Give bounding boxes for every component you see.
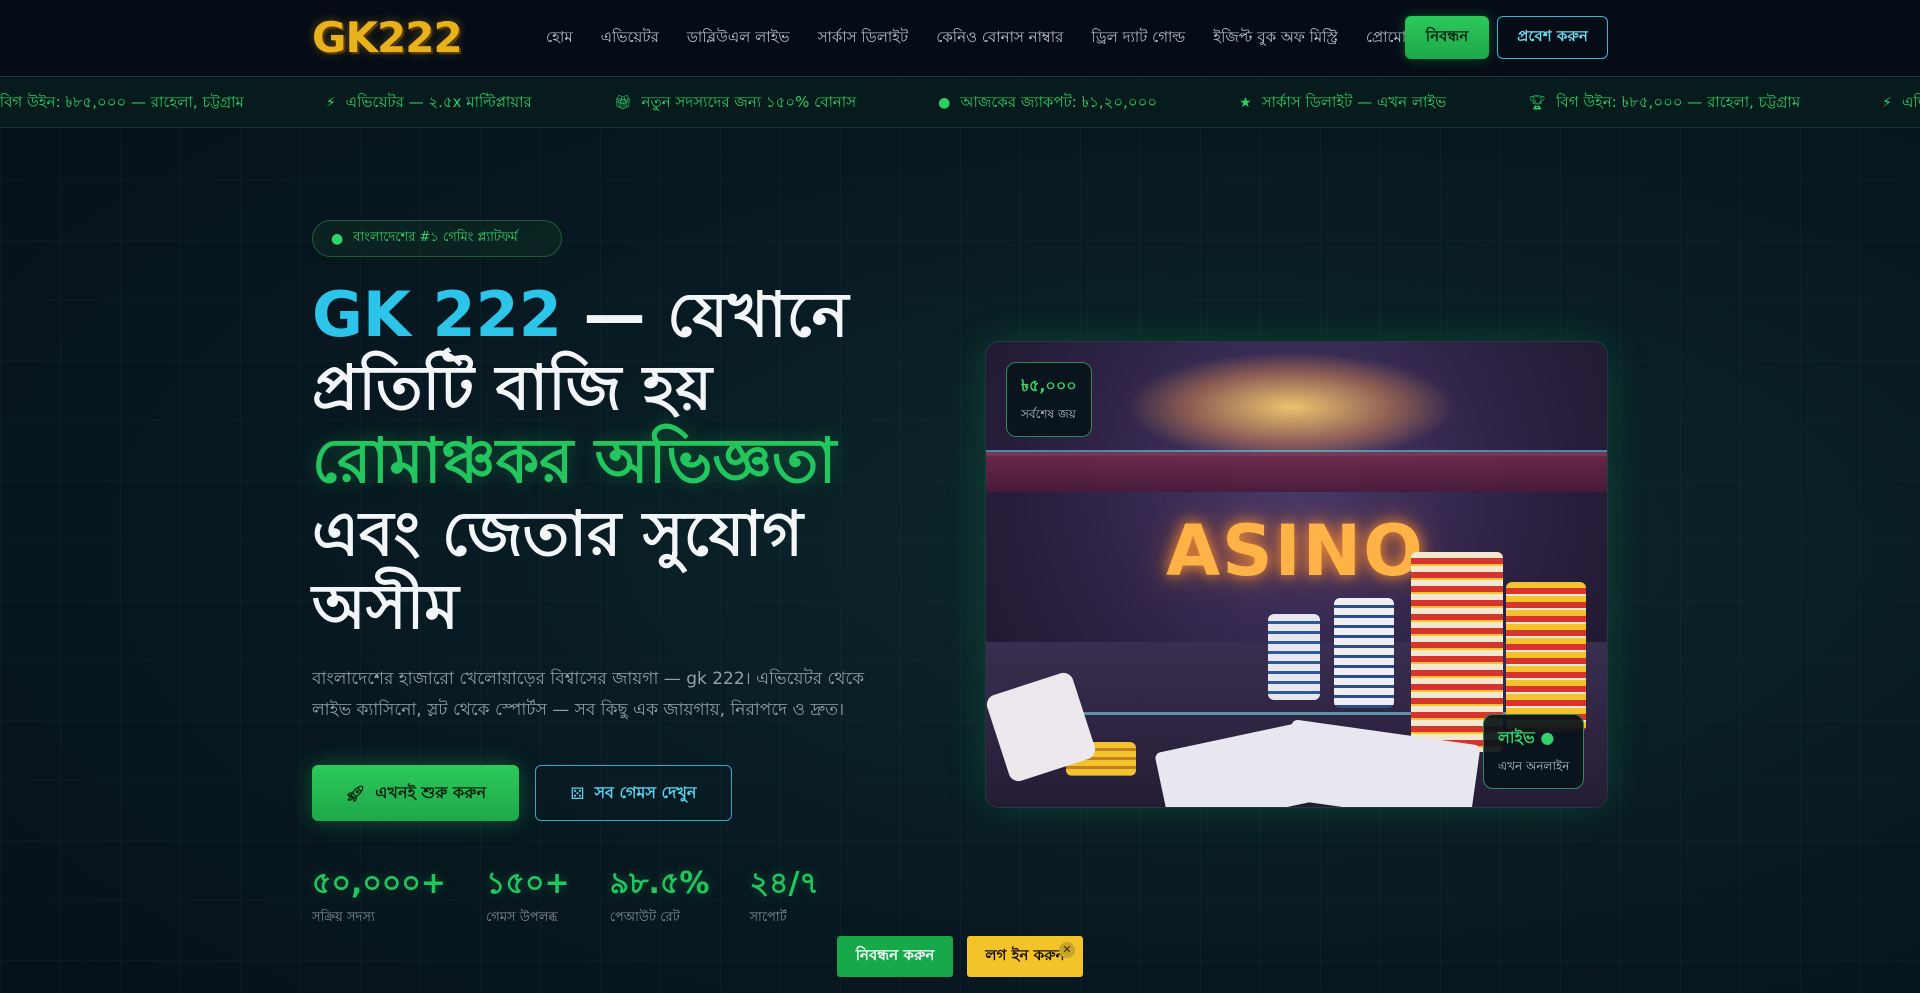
ticker-text: বিগ উইন: ৳৮৫,০০০ — রাহেলা, চট্টগ্রাম (0, 92, 244, 111)
stat-value: ৫০,০০০+ (312, 866, 447, 901)
hero-headline: GK 222 — যেখানে প্রতিটি বাজি হয় রোমাঞ্চ… (312, 278, 932, 643)
chip-stack (1268, 614, 1320, 700)
stat-games: ১৫০+ গেমস উপলব্ধ (486, 866, 570, 929)
ticker-item: ⚡︎ এভিয়েটর — ২.৫x মাল্টিপ্লায়ার (326, 91, 532, 116)
live-title: লাইভ ● (1498, 728, 1555, 747)
floating-register-button[interactable]: নিবন্ধন করুন (837, 936, 953, 977)
ticker-item: ● আজকের জ্যাকপট: ৳১,২০,০০০ (938, 91, 1157, 116)
latest-win-label: সর্বশেষ জয় (1021, 407, 1076, 421)
gift-icon: 🎁︎ (613, 95, 632, 111)
ticker-item: 🎁︎ নতুন সদস্যদের জন্য ১৫০% বোনাস (614, 91, 856, 116)
nav-item-keno-bonus-number[interactable]: কেনিও বোনাস নাম্বার (936, 26, 1063, 51)
bolt-icon: ⚡︎ (325, 95, 336, 111)
ticker-item: 🏆︎বিগ উইন: ৳৮৫,০০০ — রাহেলা, চট্টগ্রাম (0, 91, 244, 116)
register-button[interactable]: নিবন্ধন (1405, 16, 1489, 59)
headline-highlight: রোমাঞ্চকর অভিজ্ঞতা (312, 424, 837, 497)
close-icon[interactable]: ✕ (1059, 942, 1075, 958)
latest-win-amount: ৳৫,০০০ (1021, 376, 1077, 395)
chip-stack (1506, 582, 1586, 732)
hero-stats: ৫০,০০০+ সক্রিয় সদস্য ১৫০+ গেমস উপলব্ধ ৯… (312, 866, 819, 929)
trophy-icon: 🏆︎ (1528, 95, 1547, 111)
stat-members: ৫০,০০০+ সক্রিয় সদস্য (312, 866, 446, 929)
bolt-icon: ⚡︎ (1882, 95, 1892, 111)
start-now-label: এখনই শুরু করুন (375, 782, 487, 802)
main-menu: হোম এভিয়েটর ডাব্লিউএল লাইভ সার্কাস ডিলা… (546, 0, 1424, 77)
nav-item-aviator[interactable]: এভিয়েটর (601, 26, 659, 51)
platform-badge: ● বাংলাদেশের #১ গেমিং প্ল্যাটফর্ম (312, 220, 562, 257)
badge-text: বাংলাদেশের #১ গেমিং প্ল্যাটফর্ম (353, 230, 518, 245)
fire-icon: ● (938, 95, 951, 111)
ticker-item: 🏆︎ বিগ উইন: ৳৮৫,০০০ — রাহেলা, চট্টগ্রাম (1528, 91, 1800, 116)
latest-win-card: ৳৫,০০০ সর্বশেষ জয় (1006, 362, 1092, 437)
balcony-band (986, 452, 1607, 492)
ticker-text: নতুন সদস্যদের জন্য ১৫০% বোনাস (641, 92, 857, 111)
dice-icon: ⚄ (570, 783, 585, 803)
nav-item-drill-that-gold[interactable]: ড্রিল দ্যাট গোল্ড (1091, 26, 1185, 51)
stat-value: ৯৮.৫% (609, 866, 710, 901)
view-all-games-button[interactable]: ⚄ সব গেমস দেখুন (535, 765, 732, 821)
ticker-track: 🏆︎ বিগ উইন: ৳৮৫,০০০ — রাহেলা, চট্টগ্রাম ⚡︎… (0, 78, 1920, 127)
stat-label: সক্রিয় সদস্য (312, 910, 375, 925)
rocket-icon: 🚀︎ (344, 783, 366, 803)
nav-item-home[interactable]: হোম (546, 26, 573, 51)
stat-value: ১৫০+ (486, 866, 570, 901)
nav-item-wl-live[interactable]: ডাব্লিউএল লাইভ (687, 26, 790, 51)
start-now-button[interactable]: 🚀︎ এখনই শুরু করুন (312, 765, 519, 821)
stat-label: সাপোর্ট (749, 910, 787, 925)
casino-neon-sign: ASINO (1166, 510, 1425, 592)
login-button[interactable]: প্রবেশ করুন (1497, 16, 1608, 59)
nav-item-egypt-book-of-mystery[interactable]: ইজিপ্ট বুক অফ মিস্ট্রি (1213, 26, 1338, 51)
view-all-games-label: সব গেমস দেখুন (594, 782, 697, 802)
live-label: এখন অনলাইন (1498, 759, 1570, 773)
ticker-item: ★ সার্কাস ডিলাইট — এখন লাইভ (1239, 91, 1446, 116)
ticker-text: এভিয়েটর — ২.৫x মাল্টিপ্লায়ার (345, 92, 532, 111)
headline-part2: এবং জেতার সুযোগ অসীম (312, 497, 803, 643)
stat-value: ২৪/৭ (749, 866, 819, 901)
stat-payout: ৯৮.৫% পেআউট রেট (610, 866, 710, 929)
headline-brand: GK 222 (312, 278, 562, 351)
stat-label: পেআউট রেট (609, 910, 680, 925)
star-icon: ★ (1239, 95, 1252, 111)
stat-support: ২৪/৭ সাপোর্ট (749, 866, 818, 929)
top-navbar: GK222 হোম এভিয়েটর ডাব্লিউএল লাইভ সার্কা… (0, 0, 1920, 77)
ticker-text: বিগ উইন: ৳৮৫,০০০ — রাহেলা, চট্টগ্রাম (1556, 92, 1801, 111)
ticker-item: ⚡︎ এভিয়েটর — ২.৫x মাল্টিপ্লায়ার (1882, 91, 1920, 116)
chip-stack (1334, 598, 1394, 708)
brand-logo[interactable]: GK222 (312, 14, 463, 62)
news-ticker: 🏆︎ বিগ উইন: ৳৮৫,০০০ — রাহেলা, চট্টগ্রাম ⚡︎… (0, 78, 1920, 128)
ticker-text: আজকের জ্যাকপট: ৳১,২০,০০০ (960, 92, 1158, 111)
gamepad-icon: ● (331, 230, 344, 247)
hero-description: বাংলাদেশের হাজারো খেলোয়াড়ের বিশ্বাসের … (312, 669, 865, 720)
casino-hero-image: ASINO ৳৫,০০০ সর্বশেষ জয় লাইভ ● এখন অনলা… (985, 341, 1608, 808)
ticker-text: এভিয়েটর — ২.৫x মাল্টিপ্লায়ার (1902, 92, 1920, 111)
ticker-text: সার্কাস ডিলাইট — এখন লাইভ (1261, 92, 1447, 111)
stat-label: গেমস উপলব্ধ (486, 910, 558, 925)
stage-light (1126, 352, 1456, 462)
live-status-card: লাইভ ● এখন অনলাইন (1483, 714, 1585, 789)
nav-item-circus-delight[interactable]: সার্কাস ডিলাইট (818, 26, 909, 51)
